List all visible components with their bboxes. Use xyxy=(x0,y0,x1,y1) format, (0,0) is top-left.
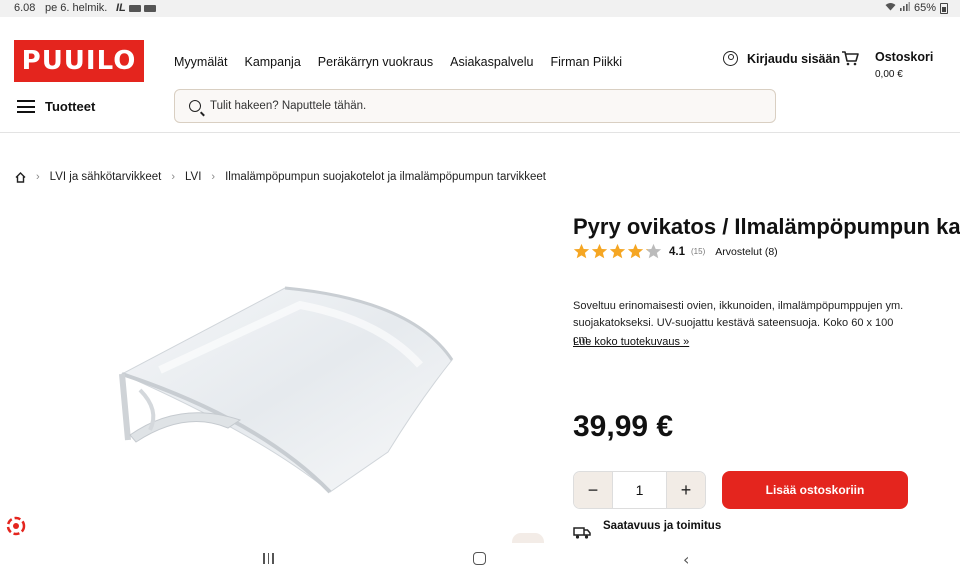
status-date: pe 6. helmik. xyxy=(45,2,108,14)
decrease-quantity-button[interactable]: − xyxy=(574,472,612,508)
product-title: Pyry ovikatos / Ilmalämpöpumpun katos xyxy=(573,214,960,239)
status-right: 65% xyxy=(885,2,948,14)
device-status-bar: 6.08 pe 6. helmik. IL 65% xyxy=(0,0,960,17)
wifi-icon xyxy=(885,2,896,14)
read-more-link[interactable]: Lue koko tuotekuvaus » xyxy=(573,336,689,348)
back-icon[interactable]: ‹ xyxy=(683,550,689,569)
home-icon[interactable] xyxy=(15,171,26,183)
rating-count: (15) xyxy=(691,247,706,256)
battery-icon xyxy=(940,2,948,14)
increase-quantity-button[interactable]: + xyxy=(667,472,705,508)
top-navigation: Myymälät Kampanja Peräkärryn vuokraus As… xyxy=(174,55,622,69)
chevron-right-icon: › xyxy=(36,171,40,183)
availability-section[interactable]: Saatavuus ja toimitus xyxy=(573,520,721,540)
floating-assistant-icon[interactable] xyxy=(5,515,27,537)
product-price: 39,99 € xyxy=(573,410,674,443)
search-icon xyxy=(189,100,201,112)
product-rating[interactable]: 4.1 (15) Arvostelut (8) xyxy=(573,243,778,260)
breadcrumb-item[interactable]: LVI ja sähkötarvikkeet xyxy=(50,171,162,183)
nav-link-customer-service[interactable]: Asiakaspalvelu xyxy=(450,55,533,69)
search-input[interactable]: Tulit hakeen? Naputtele tähän. xyxy=(174,89,776,123)
quantity-input[interactable]: 1 xyxy=(612,472,667,508)
products-menu-button[interactable]: Tuotteet xyxy=(17,99,95,114)
home-button-icon[interactable] xyxy=(473,552,486,565)
nav-link-campaign[interactable]: Kampanja xyxy=(244,55,300,69)
cart-icon xyxy=(841,50,859,66)
chevron-right-icon: › xyxy=(171,171,175,183)
breadcrumb: › LVI ja sähkötarvikkeet › LVI › Ilmaläm… xyxy=(15,171,546,183)
product-image[interactable] xyxy=(100,270,470,510)
nav-link-firman-piikki[interactable]: Firman Piikki xyxy=(551,55,623,69)
login-label: Kirjaudu sisään xyxy=(747,51,841,66)
nav-link-trailer-rental[interactable]: Peräkärryn vuokraus xyxy=(318,55,433,69)
availability-title: Saatavuus ja toimitus xyxy=(603,520,722,532)
breadcrumb-item[interactable]: Ilmalämpöpumpun suojakotelot ja ilmalämp… xyxy=(225,171,546,183)
reviews-link[interactable]: Arvostelut (8) xyxy=(715,246,777,258)
chevron-right-icon: › xyxy=(211,171,216,183)
star-icon xyxy=(609,243,626,259)
status-time: 6.08 xyxy=(14,2,36,14)
puuilo-logo[interactable]: PUUILO xyxy=(14,40,144,82)
notification-icons: IL xyxy=(116,3,156,14)
add-to-cart-button[interactable]: Lisää ostoskoriin xyxy=(722,471,908,509)
cart-button[interactable]: Ostoskori 0,00 € xyxy=(841,50,933,80)
star-icon xyxy=(573,243,590,259)
cart-title: Ostoskori xyxy=(875,50,934,64)
signal-icon xyxy=(899,2,910,14)
rating-average: 4.1 xyxy=(669,245,685,258)
notification-icon xyxy=(128,5,141,12)
system-navigation-bar: ‹ xyxy=(0,543,960,576)
star-icon xyxy=(645,243,662,259)
battery-percent: 65% xyxy=(913,2,936,14)
search-placeholder: Tulit hakeen? Naputtele tähän. xyxy=(210,100,367,112)
cart-total: 0,00 € xyxy=(875,69,903,80)
breadcrumb-item[interactable]: LVI xyxy=(185,171,201,183)
login-button[interactable]: Kirjaudu sisään xyxy=(723,51,840,66)
site-header: PUUILO Myymälät Kampanja Peräkärryn vuok… xyxy=(0,17,960,133)
truck-icon xyxy=(573,526,591,540)
quantity-stepper: − 1 + xyxy=(573,471,706,509)
nav-link-stores[interactable]: Myymälät xyxy=(174,55,227,69)
products-menu-label: Tuotteet xyxy=(45,99,96,114)
star-icon xyxy=(627,243,644,259)
hamburger-icon xyxy=(17,100,35,113)
rating-stars xyxy=(573,243,662,260)
recent-apps-icon[interactable] xyxy=(263,553,274,564)
star-icon xyxy=(591,243,608,259)
notification-icon xyxy=(143,5,156,12)
notification-app-label: IL xyxy=(116,2,126,14)
user-icon xyxy=(723,51,738,66)
